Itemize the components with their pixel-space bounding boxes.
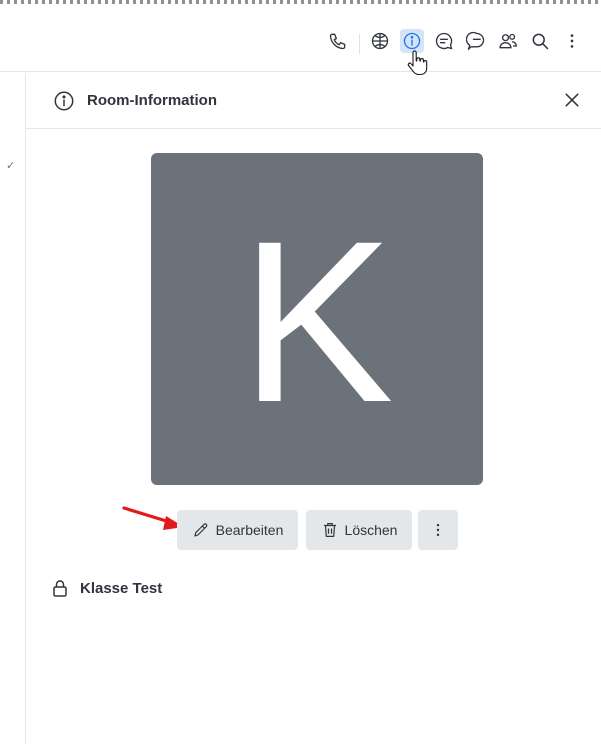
threads-button[interactable]: [464, 29, 488, 53]
phone-icon: [329, 33, 346, 50]
pencil-icon: [194, 523, 207, 537]
checkmark-icon: ✓: [6, 160, 16, 172]
kebab-icon: [436, 523, 440, 537]
members-icon: [499, 33, 518, 49]
avatar-letter: K: [240, 193, 394, 450]
discussion-button[interactable]: [432, 29, 456, 53]
threads-icon: [466, 31, 485, 50]
edit-button[interactable]: Bearbeiten: [177, 510, 298, 550]
members-button[interactable]: [496, 29, 520, 53]
edit-button-label: Bearbeiten: [215, 522, 284, 538]
info-icon: [403, 32, 421, 50]
room-header: [0, 4, 601, 72]
delete-button[interactable]: Löschen: [306, 510, 412, 550]
lock-icon: [53, 580, 67, 597]
room-name-row: Klasse Test: [52, 576, 162, 600]
room-avatar: K: [151, 153, 483, 485]
contextual-bar-header: Room-Information: [26, 73, 601, 129]
discussion-icon: [435, 32, 453, 50]
globe-icon: [371, 32, 389, 50]
room-list-pane: ✓: [0, 73, 26, 744]
delete-button-label: Löschen: [344, 522, 398, 538]
search-button[interactable]: [528, 29, 552, 53]
more-options-button[interactable]: [560, 29, 584, 53]
call-button[interactable]: [326, 29, 350, 53]
trash-icon: [323, 523, 336, 537]
more-actions-button[interactable]: [418, 510, 458, 550]
kebab-icon: [570, 34, 574, 48]
search-icon: [532, 33, 549, 50]
info-icon: [54, 91, 74, 111]
globe-button[interactable]: [368, 29, 392, 53]
panel-title: Room-Information: [87, 92, 217, 109]
header-divider: [359, 34, 360, 54]
room-name: Klasse Test: [80, 579, 163, 597]
close-icon[interactable]: [562, 90, 582, 110]
